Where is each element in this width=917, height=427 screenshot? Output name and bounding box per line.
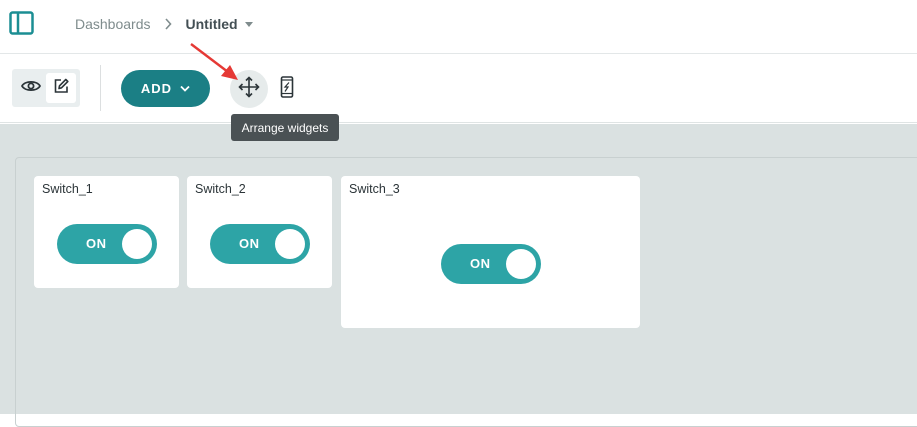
switch-toggle[interactable]: ON (57, 224, 157, 264)
widget-title: Switch_1 (42, 182, 93, 196)
dashboard-name-dropdown[interactable]: Untitled (186, 16, 253, 32)
view-mode-button[interactable] (16, 73, 46, 103)
edit-icon (53, 78, 69, 99)
top-bar: Dashboards Untitled (0, 0, 917, 54)
switch-widget[interactable]: Switch_1 ON (34, 176, 179, 288)
mobile-phone-icon (280, 75, 294, 103)
toolbar-divider (100, 65, 101, 111)
mobile-view-button[interactable] (276, 75, 298, 103)
switch-toggle[interactable]: ON (441, 244, 541, 284)
widget-title: Switch_3 (349, 182, 400, 196)
sidebar-toggle-icon[interactable] (9, 11, 34, 35)
toolbar: ADD (0, 55, 917, 123)
caret-down-icon (244, 21, 253, 27)
add-button-label: ADD (140, 81, 173, 96)
annotation-arrow-icon (188, 40, 248, 86)
switch-widget[interactable]: Switch_2 ON (187, 176, 332, 288)
eye-icon (20, 79, 42, 98)
toggle-knob (506, 249, 536, 279)
toggle-state-label: ON (470, 256, 491, 271)
switch-toggle[interactable]: ON (210, 224, 310, 264)
edit-mode-button[interactable] (46, 73, 76, 103)
dashboard-name: Untitled (185, 16, 238, 32)
toggle-state-label: ON (239, 236, 260, 251)
mode-switch (12, 69, 80, 107)
chevron-down-icon (180, 85, 190, 92)
toggle-knob (275, 229, 305, 259)
arrange-widgets-tooltip: Arrange widgets (231, 114, 339, 141)
switch-widget[interactable]: Switch_3 ON (341, 176, 640, 328)
breadcrumb: Dashboards Untitled (75, 14, 253, 34)
toggle-knob (122, 229, 152, 259)
dashboard-canvas: Switch_1 ON Switch_2 ON Switch_3 ON (0, 124, 917, 427)
chevron-right-icon (164, 18, 172, 30)
toggle-state-label: ON (86, 236, 107, 251)
breadcrumb-dashboards-link[interactable]: Dashboards (75, 16, 151, 32)
widget-title: Switch_2 (195, 182, 246, 196)
